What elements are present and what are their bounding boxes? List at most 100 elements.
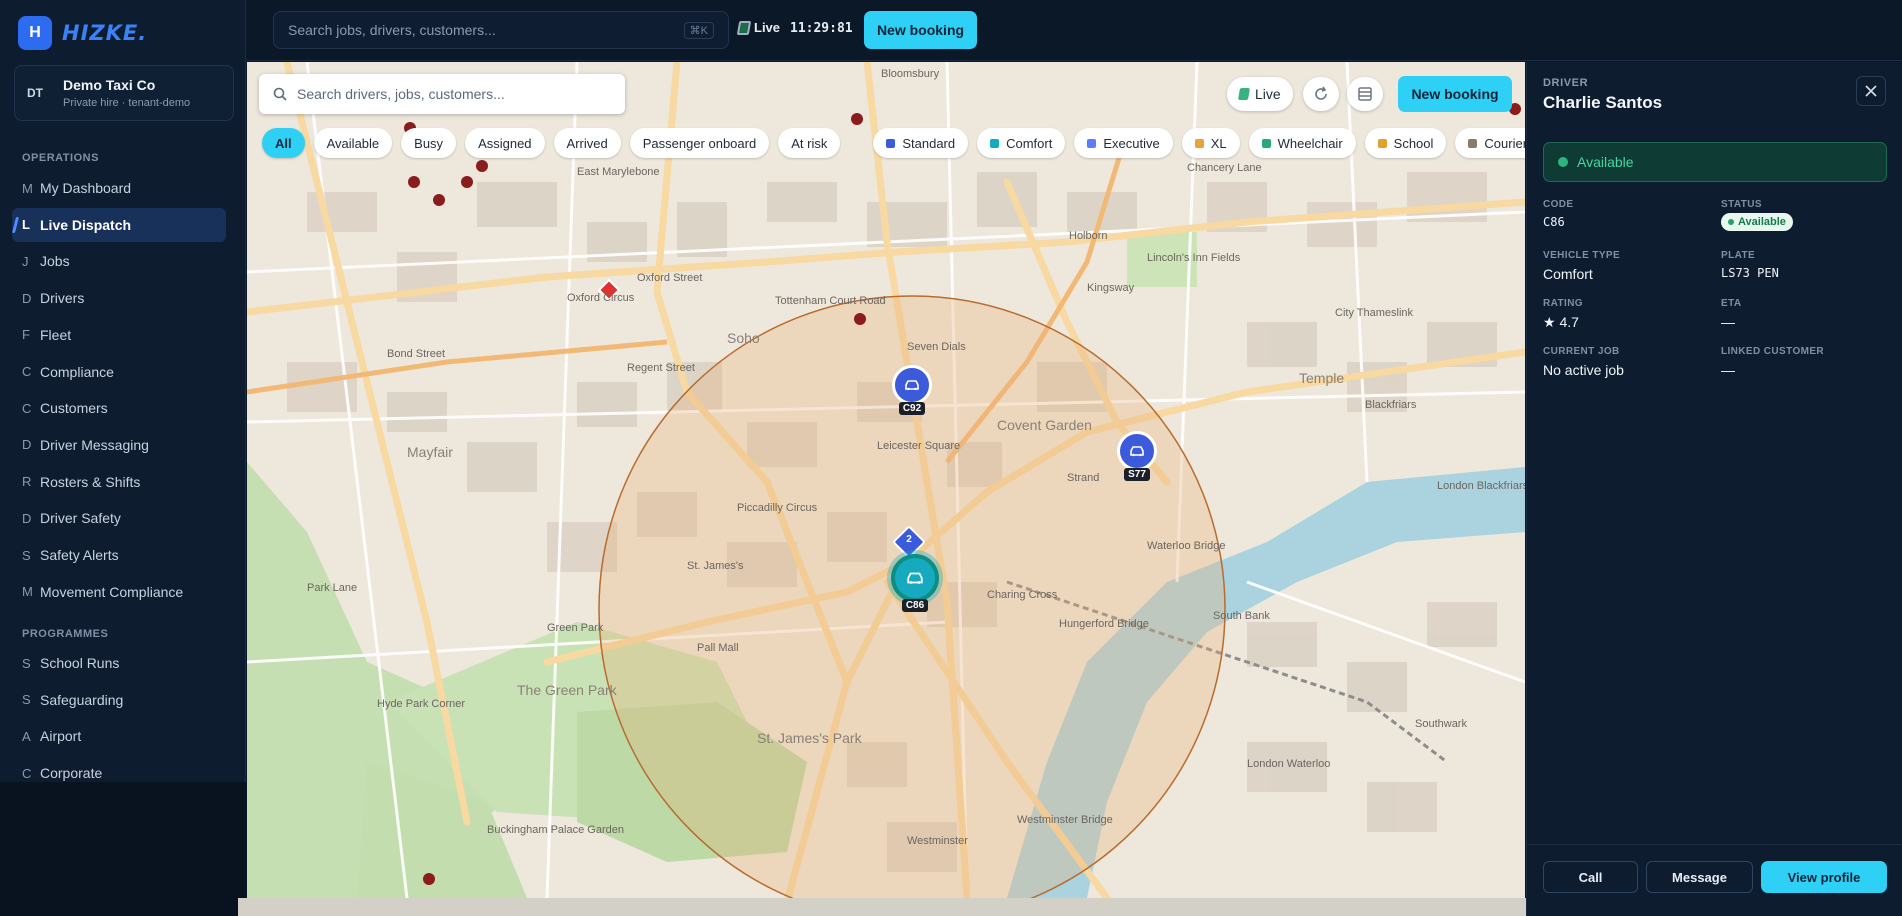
map-label-bloomsbury: Bloomsbury xyxy=(881,68,940,80)
sidebar-item-letter: S xyxy=(22,547,31,563)
map-label-pall-mall: Pall Mall xyxy=(697,642,739,654)
field-plate: PLATE LS73 PEN xyxy=(1721,250,1779,280)
map-label-regent-street: Regent Street xyxy=(627,362,695,374)
tenant-avatar: DT xyxy=(27,86,43,100)
map-label-london-blackfriars: London Blackfriars xyxy=(1437,480,1525,492)
sidebar-item-rosters-shifts[interactable]: R Rosters & Shifts xyxy=(12,465,226,499)
sidebar-item-label: Driver Safety xyxy=(40,510,121,527)
sidebar-item-letter: S xyxy=(22,655,31,671)
map-label-southwark: Southwark xyxy=(1415,718,1467,730)
status-filter-chip[interactable]: Passenger onboard xyxy=(629,128,770,158)
sidebar-item-driver-messaging[interactable]: D Driver Messaging xyxy=(12,428,226,462)
layers-icon xyxy=(1358,87,1372,101)
map-search-input[interactable]: Search drivers, jobs, customers... xyxy=(259,74,625,114)
vehicle-type-filter-chip[interactable]: Executive xyxy=(1074,128,1173,158)
map-label-hungerford: Hungerford Bridge xyxy=(1059,618,1149,630)
vehicle-type-filter-chip[interactable]: Standard xyxy=(873,128,969,158)
status-filter-chip[interactable]: Available xyxy=(313,128,393,158)
shortcut-hint: ⌘K xyxy=(683,22,714,39)
vehicle-type-filter-chip[interactable]: XL xyxy=(1181,128,1240,158)
status-filter-chip[interactable]: All xyxy=(262,128,305,158)
vehicle-type-filter-chip[interactable]: School xyxy=(1364,128,1447,158)
refresh-button[interactable] xyxy=(1303,77,1339,111)
vehicle-marker-c86-selected[interactable]: C86 xyxy=(891,554,939,612)
field-label: CURRENT JOB xyxy=(1543,346,1620,357)
view-profile-button[interactable]: View profile xyxy=(1761,861,1887,893)
field-value: — xyxy=(1721,314,1735,330)
sidebar-item-airport[interactable]: A Airport xyxy=(12,719,226,753)
sidebar-footer-area xyxy=(0,782,246,916)
map-label-hyde-park-corner: Hyde Park Corner xyxy=(377,698,466,710)
sidebar-item-movement-compliance[interactable]: M Movement Compliance xyxy=(12,575,226,609)
map-live-toggle[interactable]: Live xyxy=(1227,77,1293,111)
map-label-holborn: Holborn xyxy=(1069,230,1108,242)
sidebar-item-compliance[interactable]: C Compliance xyxy=(12,355,226,389)
sidebar-item-my-dashboard[interactable]: M My Dashboard xyxy=(12,171,226,205)
sidebar-item-live-dispatch[interactable]: L Live Dispatch xyxy=(12,207,226,242)
map-live-label: Live xyxy=(1255,86,1281,102)
vehicle-type-filter-chip[interactable]: Wheelchair xyxy=(1248,128,1356,158)
vehicle-type-swatch-icon xyxy=(1468,138,1478,148)
close-icon xyxy=(1865,85,1877,97)
status-filter-chip[interactable]: At risk xyxy=(778,128,841,158)
sidebar-item-drivers[interactable]: D Drivers xyxy=(12,281,226,315)
sidebar-item-letter: S xyxy=(22,692,31,708)
map-label-charing-cross: Charing Cross xyxy=(987,589,1058,601)
status-filter-chip[interactable]: Assigned xyxy=(465,128,545,158)
live-indicator[interactable]: Live xyxy=(736,20,780,35)
sidebar-item-safeguarding[interactable]: S Safeguarding xyxy=(12,683,226,717)
sidebar-item-customers[interactable]: C Customers xyxy=(12,391,226,425)
sidebar-item-safety-alerts[interactable]: S Safety Alerts xyxy=(12,538,226,572)
chip-label: Passenger onboard xyxy=(642,135,757,151)
sidebar-item-label: Compliance xyxy=(40,363,114,380)
dispatch-map[interactable]: Bloomsbury East Marylebone Oxford Circus… xyxy=(247,62,1525,898)
sidebar-item-label: Safeguarding xyxy=(40,691,124,708)
map-label-westminster-bridge: Westminster Bridge xyxy=(1017,814,1113,826)
map-label-temple: Temple xyxy=(1299,370,1345,386)
vehicle-code: S77 xyxy=(1124,468,1150,481)
map-label-oxford-street: Oxford Street xyxy=(637,272,703,284)
map-label-tottenham: Tottenham Court Road xyxy=(775,295,886,307)
message-button[interactable]: Message xyxy=(1646,861,1753,893)
chip-label: Wheelchair xyxy=(1277,135,1343,151)
map-label-south-bank: South Bank xyxy=(1213,610,1270,622)
sidebar-item-school-runs[interactable]: S School Runs xyxy=(12,646,226,680)
brand[interactable]: H HIZKE. xyxy=(18,16,147,50)
sidebar-item-label: Safety Alerts xyxy=(40,547,119,563)
global-search-placeholder: Search jobs, drivers, customers... xyxy=(288,22,496,38)
map-label-waterloo-bridge: Waterloo Bridge xyxy=(1147,540,1226,552)
vehicle-type-swatch-icon xyxy=(990,138,1000,148)
sidebar-item-driver-safety[interactable]: D Driver Safety xyxy=(12,501,226,535)
global-search-input[interactable]: Search jobs, drivers, customers... ⌘K xyxy=(273,11,729,49)
sidebar-item-label: Fleet xyxy=(40,326,72,343)
vehicle-code: C92 xyxy=(898,402,926,415)
sidebar-item-label: Driver Messaging xyxy=(40,436,149,453)
sidebar-item-fleet[interactable]: F Fleet xyxy=(12,318,226,352)
map-label-strand: Strand xyxy=(1067,472,1100,484)
sidebar-item-label: Jobs xyxy=(40,253,70,270)
vehicle-marker-s77[interactable]: S77 xyxy=(1117,431,1157,481)
sidebar-item-label: Customers xyxy=(40,400,108,417)
close-panel-button[interactable] xyxy=(1856,76,1886,106)
status-filter-chip[interactable]: Busy xyxy=(401,128,457,158)
map-label-buckingham: Buckingham Palace Garden xyxy=(487,824,624,836)
map-label-lincolns-inn: Lincoln's Inn Fields xyxy=(1147,252,1241,264)
map-label-piccadilly-circus: Piccadilly Circus xyxy=(737,502,818,514)
map-label-westminster: Westminster xyxy=(907,835,968,847)
new-booking-button[interactable]: New booking xyxy=(864,11,977,49)
field-rating: RATING ★ 4.7 xyxy=(1543,298,1583,331)
vehicle-type-filter-chip[interactable]: Comfort xyxy=(977,128,1066,158)
vehicle-type-filter-chip[interactable]: Courier xyxy=(1455,128,1525,158)
vehicle-marker-c92[interactable]: C92 xyxy=(892,365,932,415)
field-value: No active job xyxy=(1543,362,1624,378)
tenant-switcher[interactable]: DT Demo Taxi Co Private hire · tenant-de… xyxy=(14,65,234,121)
sidebar-item-jobs[interactable]: J Jobs xyxy=(12,244,226,278)
sidebar-item-letter: L xyxy=(22,217,30,233)
chip-label: All xyxy=(275,135,292,151)
call-button[interactable]: Call xyxy=(1543,861,1638,893)
layers-button[interactable] xyxy=(1347,77,1383,111)
map-new-booking-button[interactable]: New booking xyxy=(1398,76,1512,112)
vehicle-type-swatch-icon xyxy=(1261,138,1271,148)
status-filter-chip[interactable]: Arrived xyxy=(553,128,621,158)
map-label-bond-street: Bond Street xyxy=(387,348,446,360)
